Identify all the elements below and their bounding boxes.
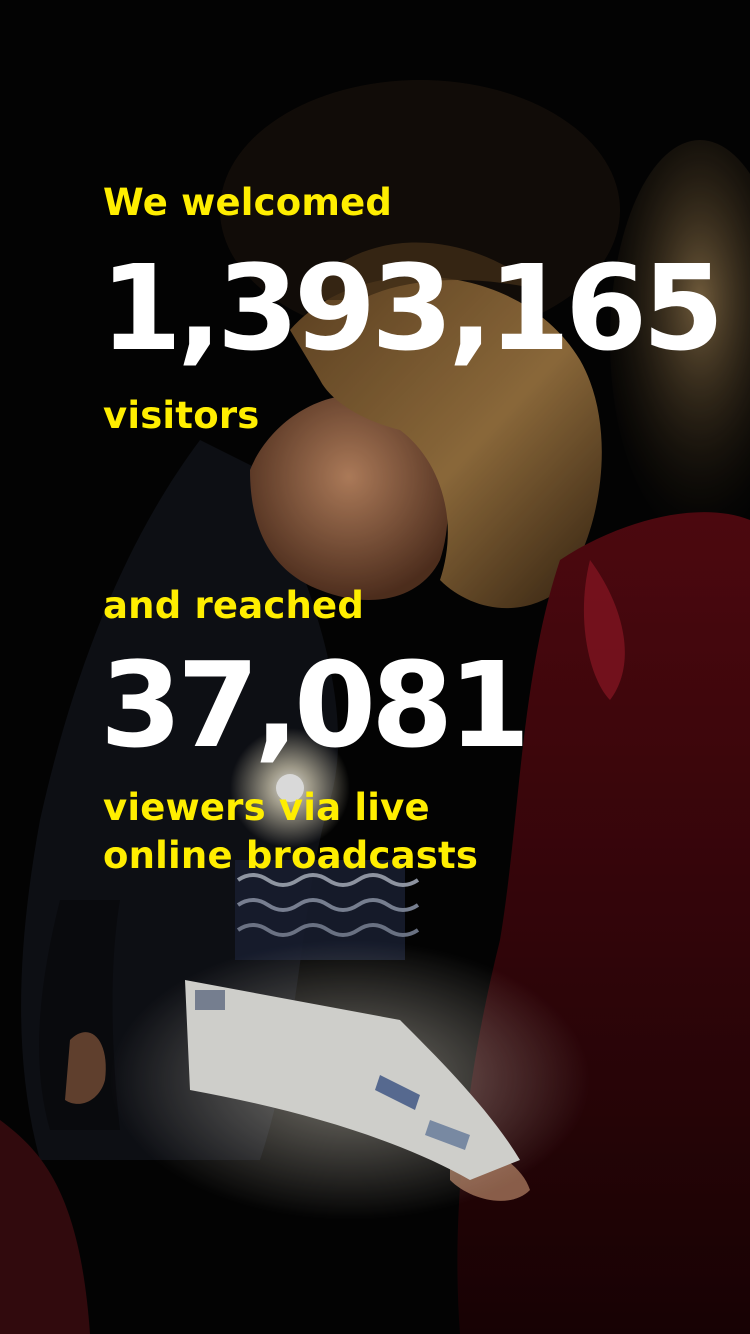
visitors-unit-text: visitors: [103, 394, 260, 437]
visitors-count: 1,393,165: [100, 239, 724, 377]
visitors-lead-text: We welcomed: [103, 181, 393, 224]
viewers-lead-text: and reached: [103, 584, 365, 627]
story-card: We welcomed 1,393,165 visitors and reach…: [0, 0, 750, 1334]
viewers-unit-line1: viewers via live: [103, 786, 430, 829]
viewers-count: 37,081: [100, 636, 530, 774]
viewers-unit-line2: online broadcasts: [103, 834, 479, 877]
